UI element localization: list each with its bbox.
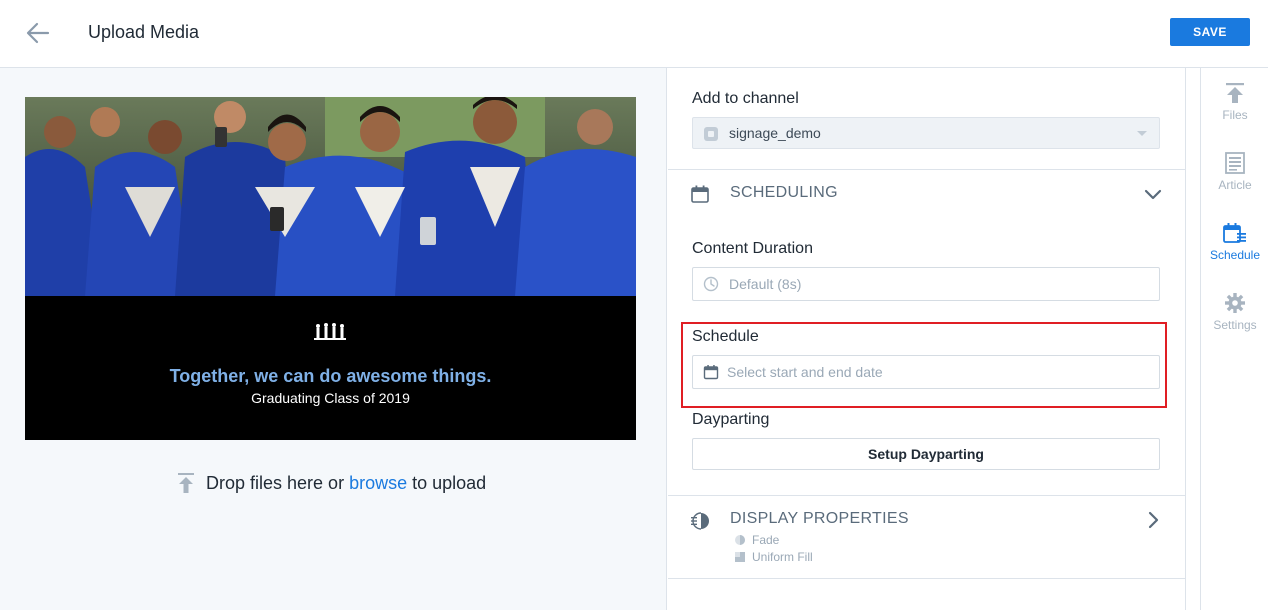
display-property-uniform-fill: Uniform Fill [734, 550, 813, 564]
duration-label: Content Duration [692, 240, 813, 257]
schedule-icon [1223, 223, 1246, 243]
schedule-highlight-box [681, 322, 1167, 408]
top-bar: Upload Media SAVE [0, 0, 1268, 68]
uniform-fill-label: Uniform Fill [752, 550, 813, 564]
nav-schedule-label: Schedule [1209, 248, 1261, 262]
uniform-fill-icon [735, 552, 745, 562]
clock-icon [703, 276, 719, 297]
graduates-photo [25, 97, 636, 296]
duration-placeholder: Default (8s) [729, 276, 802, 292]
drop-zone[interactable]: Drop files here or browse to upload [176, 470, 486, 496]
channel-icon [703, 126, 719, 147]
browse-link[interactable]: browse [349, 473, 407, 494]
dayparting-label: Dayparting [692, 411, 770, 428]
channel-select[interactable]: signage_demo [692, 117, 1160, 149]
graduates-logo-icon [312, 321, 348, 343]
scheduling-section-header[interactable]: SCHEDULING [668, 169, 1185, 219]
nav-article-label: Article [1218, 178, 1252, 192]
gear-icon [1225, 293, 1245, 313]
display-property-fade: Fade [734, 533, 779, 547]
media-preview: Together, we can do awesome things. Grad… [25, 97, 636, 440]
nav-files[interactable]: Files [1201, 82, 1268, 140]
caption-block: Together, we can do awesome things. Grad… [25, 296, 636, 440]
media-preview-area: Together, we can do awesome things. Grad… [0, 68, 667, 610]
duration-input[interactable]: Default (8s) [692, 267, 1160, 301]
fade-icon [735, 535, 745, 545]
chevron-down-icon [1143, 184, 1163, 209]
setup-dayparting-button[interactable]: Setup Dayparting [692, 438, 1160, 470]
calendar-icon [690, 184, 710, 209]
back-arrow-icon[interactable] [24, 20, 52, 46]
drop-text: Drop files here or [206, 472, 345, 493]
article-icon [1225, 152, 1245, 174]
nav-settings[interactable]: Settings [1201, 292, 1268, 350]
upload-icon [1226, 83, 1244, 103]
nav-settings-label: Settings [1213, 318, 1257, 332]
fade-label: Fade [752, 533, 780, 547]
display-properties-section-header[interactable]: DISPLAY PROPERTIES Fade Uniform Fill [668, 495, 1185, 579]
display-properties-title: DISPLAY PROPERTIES [730, 510, 909, 527]
save-button[interactable]: SAVE [1170, 18, 1250, 46]
chevron-right-icon [1143, 510, 1163, 535]
drop-text-end: to upload [412, 472, 487, 493]
channel-label: Add to channel [692, 90, 799, 107]
contrast-icon [690, 511, 710, 536]
caption-headline: Together, we can do awesome things. [169, 366, 492, 386]
right-nav: Files Article Schedule Settings [1200, 68, 1268, 610]
upload-arrow-icon [178, 473, 194, 493]
page-title: Upload Media [88, 22, 200, 42]
nav-article[interactable]: Article [1201, 152, 1268, 210]
divider [668, 578, 1185, 579]
scheduling-title: SCHEDULING [730, 184, 838, 201]
caption-subline: Graduating Class of 2019 [251, 390, 410, 406]
chevron-down-icon [1137, 131, 1147, 136]
nav-schedule[interactable]: Schedule [1201, 222, 1268, 280]
channel-value: signage_demo [729, 125, 821, 141]
nav-files-label: Files [1222, 108, 1248, 122]
